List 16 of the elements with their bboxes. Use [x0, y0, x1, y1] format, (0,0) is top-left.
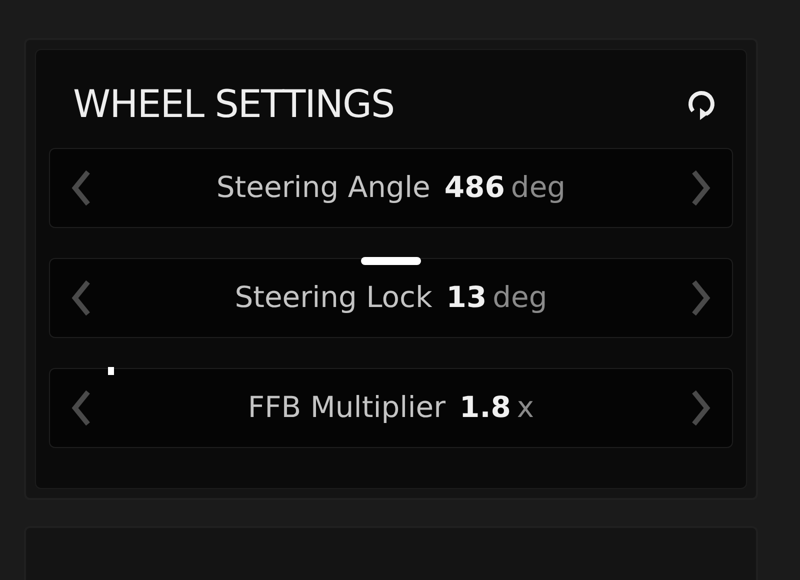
- chevron-left-icon[interactable]: [70, 388, 92, 428]
- setting-value: 13: [446, 279, 487, 316]
- unit-label: deg: [492, 279, 548, 316]
- unit-label: x: [516, 389, 534, 426]
- chevron-right-icon[interactable]: [690, 388, 712, 428]
- chevron-left-icon[interactable]: [70, 278, 92, 318]
- chevron-left-icon[interactable]: [70, 168, 92, 208]
- chevron-right-icon[interactable]: [690, 278, 712, 318]
- panel-title: WHEEL SETTINGS: [73, 80, 394, 128]
- unit-label: deg: [510, 169, 566, 206]
- setting-value: 1.8: [460, 389, 511, 426]
- setting-label: Steering Lock: [234, 279, 432, 316]
- setting-label: FFB Multiplier: [248, 389, 446, 426]
- setting-label: Steering Angle: [216, 169, 430, 206]
- setting-value: 486: [444, 169, 505, 206]
- chevron-right-icon[interactable]: [690, 168, 712, 208]
